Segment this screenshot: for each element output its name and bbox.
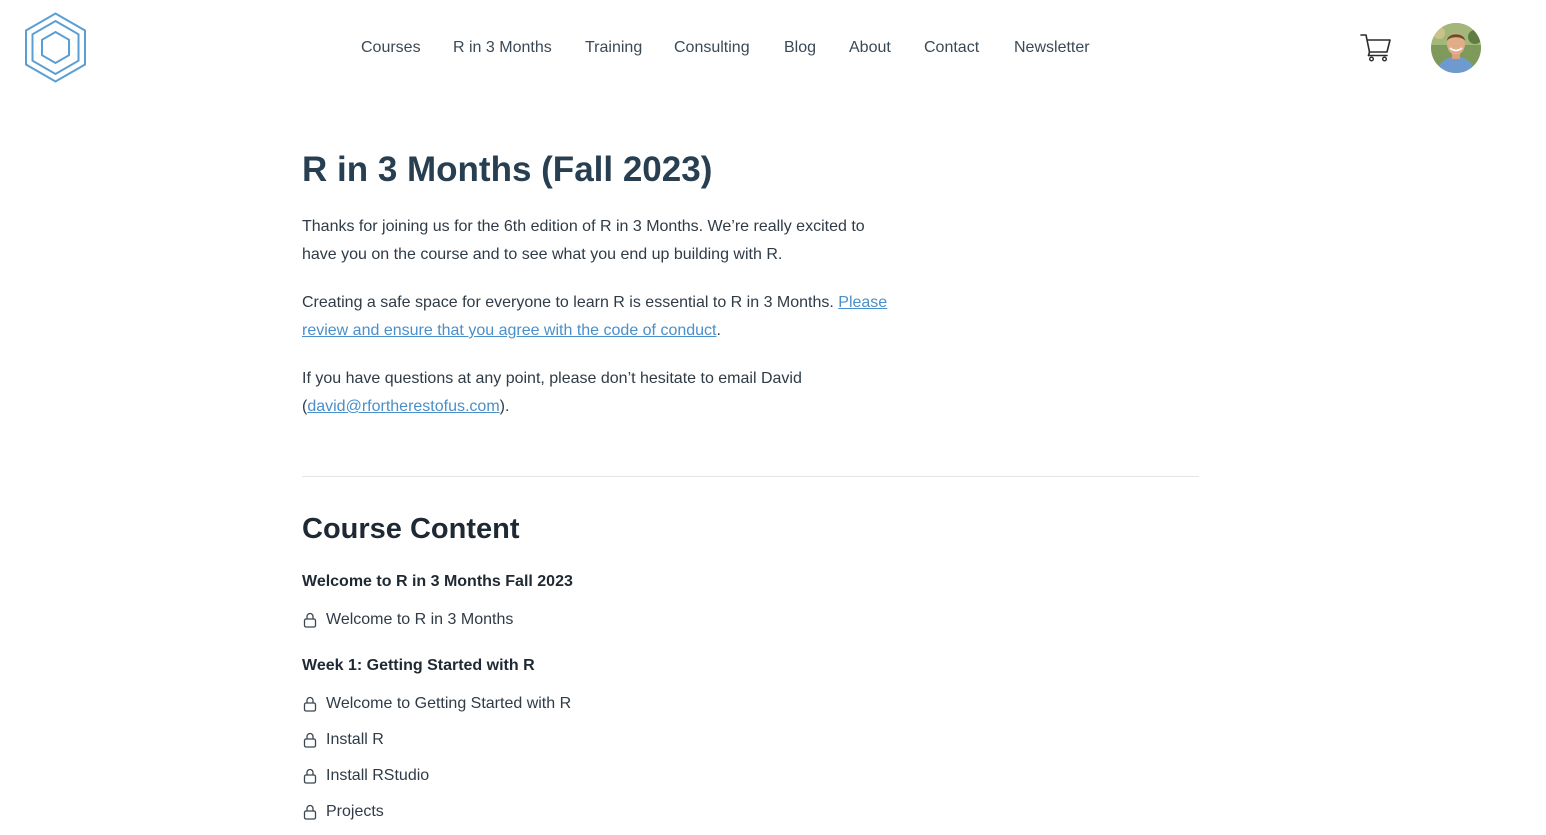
user-avatar[interactable] bbox=[1431, 23, 1481, 73]
intro-p2-after: . bbox=[716, 322, 721, 339]
lock-icon bbox=[303, 612, 317, 628]
lock-icon bbox=[303, 696, 317, 712]
page-title: R in 3 Months (Fall 2023) bbox=[302, 150, 713, 189]
main-nav: Courses R in 3 Months Training Consultin… bbox=[0, 36, 1546, 60]
nav-blog[interactable]: Blog bbox=[784, 36, 816, 60]
lock-icon bbox=[303, 804, 317, 820]
lesson-label: Install RStudio bbox=[326, 767, 430, 784]
lesson-label: Welcome to R in 3 Months bbox=[326, 611, 514, 628]
intro-paragraph-1: Thanks for joining us for the 6th editio… bbox=[302, 218, 865, 263]
intro-text: Thanks for joining us for the 6th editio… bbox=[302, 213, 902, 441]
module-title: Week 1: Getting Started with R bbox=[302, 657, 535, 674]
intro-paragraph-3: If you have questions at any point, plea… bbox=[302, 365, 902, 421]
section-divider bbox=[302, 476, 1199, 477]
nav-newsletter[interactable]: Newsletter bbox=[1014, 36, 1090, 60]
nav-training[interactable]: Training bbox=[585, 36, 642, 60]
lock-icon bbox=[303, 732, 317, 748]
intro-p2-text: Creating a safe space for everyone to le… bbox=[302, 294, 839, 311]
intro-paragraph-2: Creating a safe space for everyone to le… bbox=[302, 289, 902, 345]
nav-courses[interactable]: Courses bbox=[361, 36, 421, 60]
nav-r-in-3-months[interactable]: R in 3 Months bbox=[453, 36, 552, 60]
module-title: Welcome to R in 3 Months Fall 2023 bbox=[302, 573, 573, 590]
course-content-heading: Course Content bbox=[302, 513, 520, 545]
nav-about[interactable]: About bbox=[849, 36, 891, 60]
lesson-label: Install R bbox=[326, 731, 384, 748]
shopping-cart-icon[interactable] bbox=[1360, 32, 1392, 62]
site-header: Courses R in 3 Months Training Consultin… bbox=[0, 0, 1546, 96]
nav-consulting[interactable]: Consulting bbox=[674, 36, 750, 60]
lesson-label: Welcome to Getting Started with R bbox=[326, 695, 572, 712]
lesson-label: Projects bbox=[326, 803, 384, 820]
nav-contact[interactable]: Contact bbox=[924, 36, 979, 60]
lock-icon bbox=[303, 768, 317, 784]
intro-p3-after: ). bbox=[499, 398, 510, 415]
email-link[interactable]: david@rfortherestofus.com bbox=[307, 398, 499, 415]
